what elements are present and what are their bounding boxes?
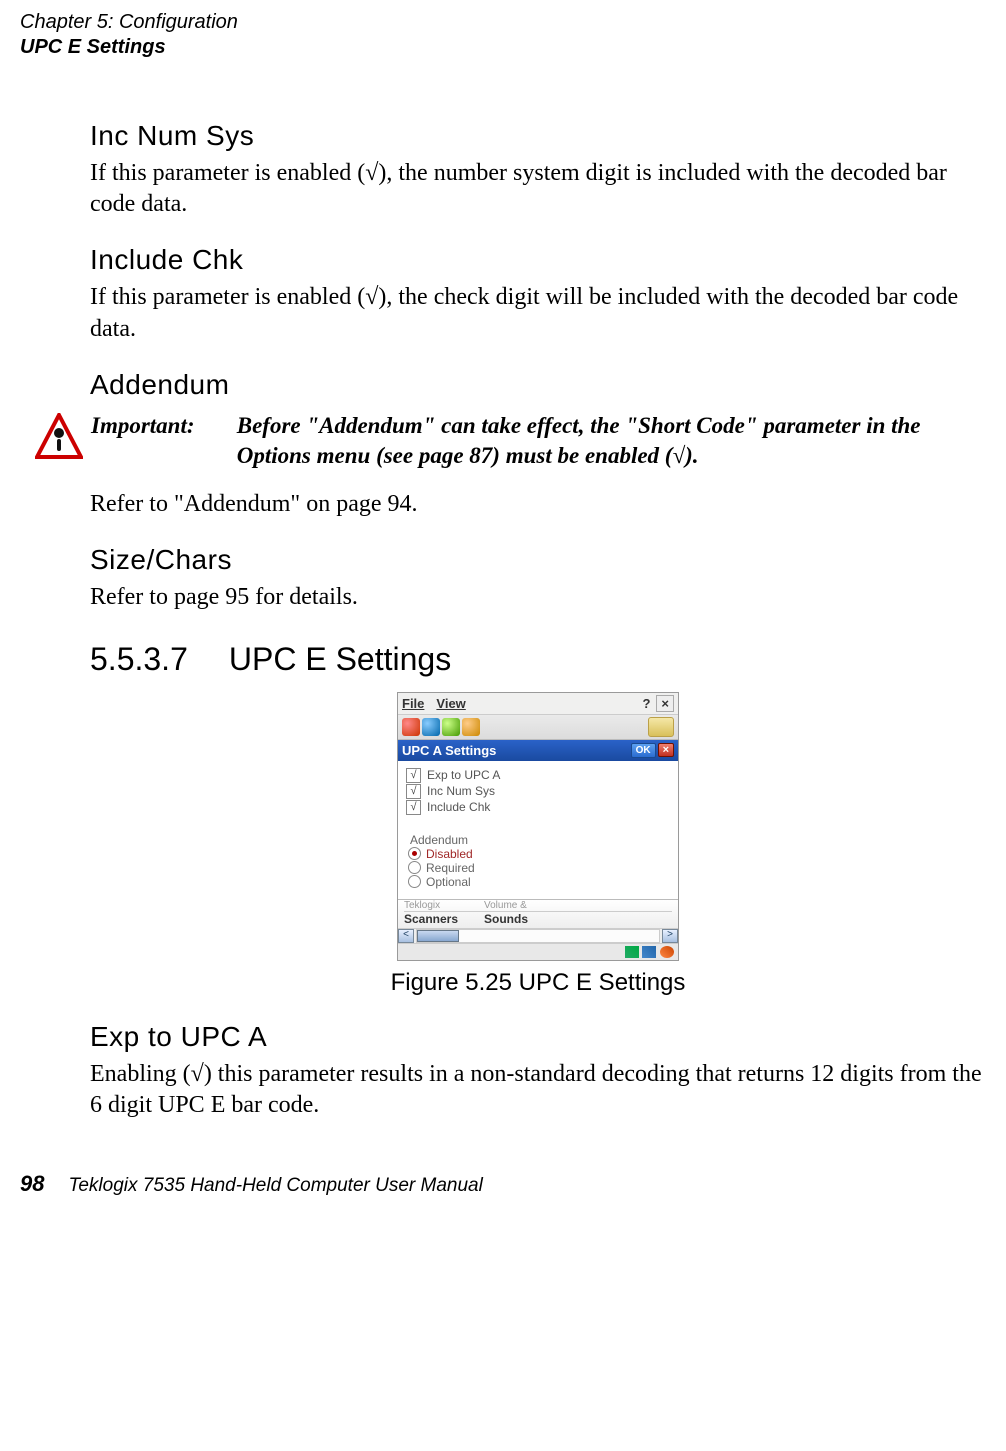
bottom-label[interactable]: Sounds bbox=[484, 912, 564, 926]
radio-icon[interactable] bbox=[408, 861, 421, 874]
heading-inc-num-sys: Inc Num Sys bbox=[90, 120, 986, 152]
para-addendum-ref: Refer to "Addendum" on page 94. bbox=[90, 489, 986, 520]
bottom-label[interactable]: Scanners bbox=[404, 912, 484, 926]
bottom-label: Volume & bbox=[484, 900, 564, 911]
checkbox-icon[interactable]: √ bbox=[406, 800, 421, 815]
toolbar-icon[interactable] bbox=[462, 718, 480, 736]
figure-caption: Figure 5.25 UPC E Settings bbox=[90, 969, 986, 997]
toolbar-icon[interactable] bbox=[402, 718, 420, 736]
status-icon bbox=[642, 946, 656, 958]
para-include-chk: If this parameter is enabled (√), the ch… bbox=[90, 282, 986, 344]
scrollbar-thumb[interactable] bbox=[417, 930, 459, 942]
menu-view[interactable]: View bbox=[436, 696, 465, 711]
para-exp-to-upc-a: Enabling (√) this parameter results in a… bbox=[90, 1059, 986, 1121]
close-window-button[interactable]: × bbox=[658, 743, 674, 757]
heading-size-chars: Size/Chars bbox=[90, 544, 986, 576]
scroll-left-button[interactable]: < bbox=[398, 929, 414, 943]
warning-icon bbox=[35, 413, 83, 461]
window-title: UPC A Settings bbox=[402, 743, 631, 758]
radio-row[interactable]: Disabled bbox=[408, 847, 674, 861]
checkbox-label: Inc Num Sys bbox=[427, 784, 495, 798]
radio-label: Required bbox=[426, 861, 475, 875]
footer-title: Teklogix 7535 Hand-Held Computer User Ma… bbox=[68, 1175, 482, 1197]
scroll-right-button[interactable]: > bbox=[662, 929, 678, 943]
important-message: Before "Addendum" can take effect, the "… bbox=[237, 411, 957, 471]
section-number: 5.5.3.7 bbox=[90, 641, 220, 678]
toolbar-icon[interactable] bbox=[442, 718, 460, 736]
checkbox-row[interactable]: √ Include Chk bbox=[406, 800, 674, 815]
addendum-group-label: Addendum bbox=[406, 833, 674, 847]
checkbox-row[interactable]: √ Exp to UPC A bbox=[406, 768, 674, 783]
section-title: UPC E Settings bbox=[229, 641, 451, 677]
important-label: Important: bbox=[91, 411, 231, 441]
checkbox-label: Exp to UPC A bbox=[427, 768, 500, 782]
para-inc-num-sys: If this parameter is enabled (√), the nu… bbox=[90, 158, 986, 220]
checkbox-icon[interactable]: √ bbox=[406, 784, 421, 799]
menu-file[interactable]: File bbox=[402, 696, 424, 711]
toolbar-icon[interactable] bbox=[422, 718, 440, 736]
heading-addendum: Addendum bbox=[90, 369, 986, 401]
close-button[interactable]: × bbox=[656, 695, 674, 712]
bottom-label: Teklogix bbox=[404, 900, 484, 911]
checkbox-label: Include Chk bbox=[427, 800, 490, 814]
checkbox-icon[interactable]: √ bbox=[406, 768, 421, 783]
status-icon bbox=[660, 946, 674, 958]
device-screenshot: File View ? × UPC A Settings OK × bbox=[397, 692, 679, 961]
chapter-line: Chapter 5: Configuration bbox=[20, 10, 986, 35]
header-section: UPC E Settings bbox=[20, 35, 986, 60]
radio-row[interactable]: Optional bbox=[408, 875, 674, 889]
section-heading: 5.5.3.7 UPC E Settings bbox=[90, 641, 986, 678]
status-icon bbox=[625, 946, 639, 958]
para-size-chars: Refer to page 95 for details. bbox=[90, 582, 986, 613]
radio-label: Disabled bbox=[426, 847, 473, 861]
ok-button[interactable]: OK bbox=[631, 743, 656, 758]
radio-icon[interactable] bbox=[408, 875, 421, 888]
page-number: 98 bbox=[20, 1171, 44, 1197]
radio-row[interactable]: Required bbox=[408, 861, 674, 875]
heading-exp-to-upc-a: Exp to UPC A bbox=[90, 1021, 986, 1053]
radio-label: Optional bbox=[426, 875, 471, 889]
help-icon[interactable]: ? bbox=[642, 696, 650, 711]
checkbox-row[interactable]: √ Inc Num Sys bbox=[406, 784, 674, 799]
toolbar-keyboard-icon[interactable] bbox=[648, 717, 674, 737]
radio-icon[interactable] bbox=[408, 847, 421, 860]
heading-include-chk: Include Chk bbox=[90, 244, 986, 276]
